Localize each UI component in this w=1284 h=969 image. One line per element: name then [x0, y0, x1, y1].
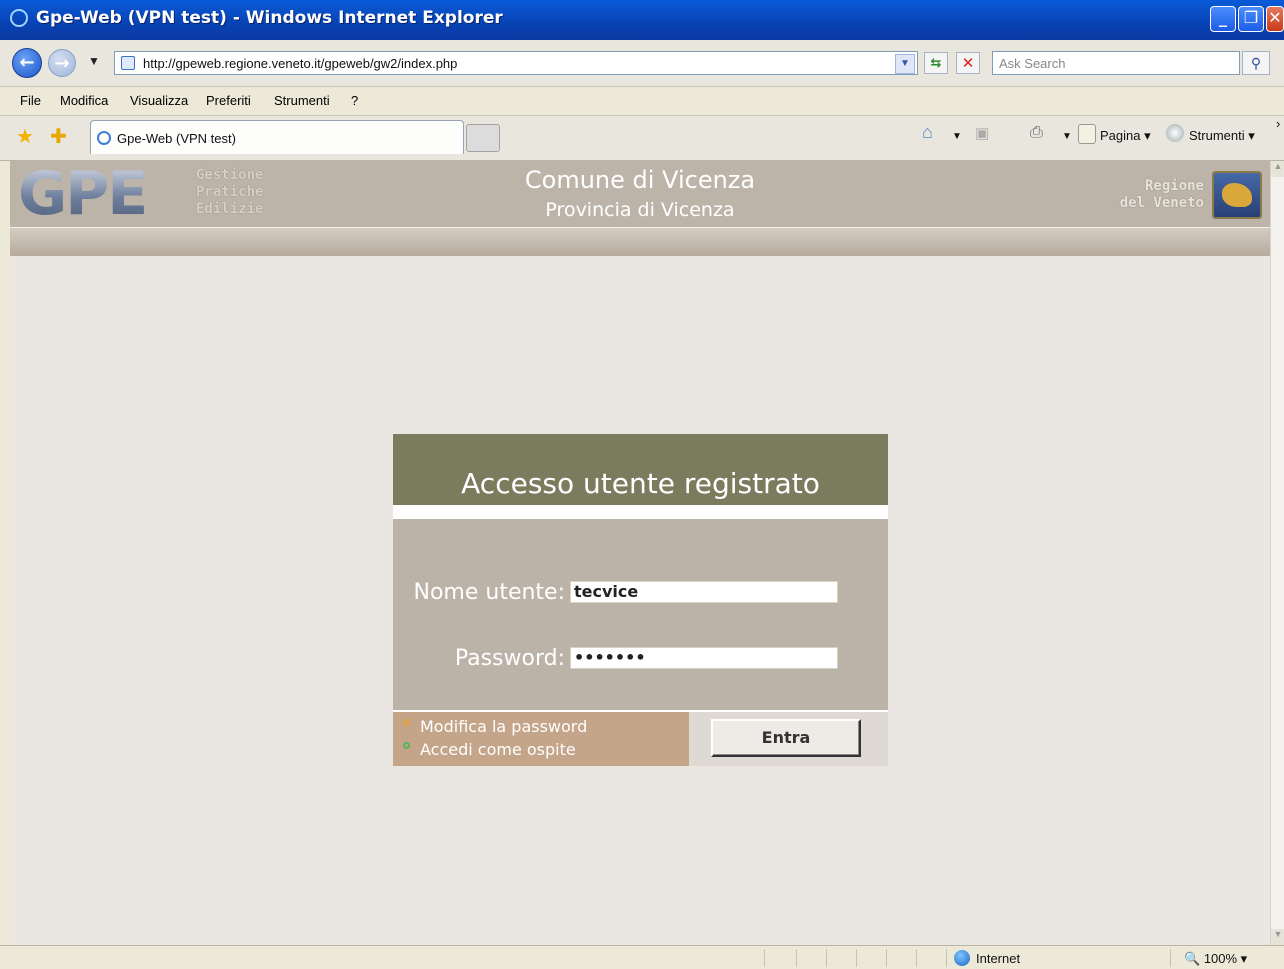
- search-icon[interactable]: ⚲: [1242, 51, 1270, 75]
- tools-menu[interactable]: Strumenti ▾: [1189, 128, 1255, 144]
- chevron-right-icon[interactable]: ›: [1276, 116, 1280, 131]
- login-box: Accesso utente registrato Nome utente: t…: [393, 434, 888, 766]
- guest-access-link[interactable]: Accedi come ospite: [403, 740, 576, 759]
- login-header: Accesso utente registrato: [393, 434, 888, 505]
- ie-logo-icon: [10, 9, 28, 27]
- status-divider: [796, 949, 797, 967]
- home-dropdown-icon[interactable]: ▼: [952, 131, 962, 142]
- zoom-level[interactable]: 🔍 100% ▾: [1184, 951, 1247, 967]
- home-icon[interactable]: ⌂: [922, 122, 933, 143]
- url-dropdown-icon[interactable]: ▼: [895, 54, 915, 74]
- restore-button[interactable]: ❐: [1238, 6, 1264, 32]
- address-field[interactable]: http://gpeweb.regione.veneto.it/gpeweb/g…: [114, 51, 918, 75]
- password-label: Password:: [454, 646, 565, 671]
- status-divider: [886, 949, 887, 967]
- menu-help[interactable]: ?: [351, 93, 358, 108]
- status-divider: [1170, 949, 1171, 967]
- entra-button[interactable]: Entra: [711, 719, 861, 757]
- username-label: Nome utente:: [413, 580, 566, 605]
- refresh-button[interactable]: ⇆: [924, 52, 948, 74]
- status-divider: [826, 949, 827, 967]
- menu-strumenti[interactable]: Strumenti: [274, 93, 330, 108]
- menu-visualizza[interactable]: Visualizza: [130, 93, 188, 108]
- regione-veneto-lion-icon: [1212, 171, 1262, 219]
- username-field[interactable]: tecvice: [570, 581, 838, 603]
- status-divider: [764, 949, 765, 967]
- orange-bullet-icon: [403, 719, 410, 726]
- gear-icon: [1166, 124, 1184, 142]
- search-input[interactable]: Ask Search: [992, 51, 1240, 75]
- menu-preferiti[interactable]: Preferiti: [206, 93, 251, 108]
- green-bullet-icon: [403, 742, 410, 749]
- page-menu[interactable]: Pagina ▾: [1100, 128, 1151, 144]
- status-bar: Internet 🔍 100% ▾: [0, 945, 1284, 969]
- print-dropdown-icon[interactable]: ▼: [1062, 131, 1072, 142]
- regione-line: Regione: [1144, 178, 1204, 194]
- internet-globe-icon: [954, 950, 970, 966]
- title-bar: Gpe-Web (VPN test) - Windows Internet Ex…: [0, 0, 1284, 40]
- change-password-text: Modifica la password: [420, 717, 588, 736]
- status-divider: [946, 949, 947, 967]
- status-divider: [916, 949, 917, 967]
- status-divider: [856, 949, 857, 967]
- window-title: Gpe-Web (VPN test) - Windows Internet Ex…: [36, 8, 503, 28]
- page-icon: [121, 56, 135, 70]
- back-button[interactable]: ←: [12, 48, 42, 78]
- page-menu-icon: [1078, 124, 1096, 144]
- history-dropdown-icon[interactable]: ▼: [88, 54, 100, 68]
- provincia-subtitle: Provincia di Vicenza: [545, 199, 735, 221]
- login-title: Accesso utente registrato: [461, 467, 820, 500]
- guest-access-text: Accedi come ospite: [420, 740, 576, 759]
- url-text: http://gpeweb.regione.veneto.it/gpeweb/g…: [143, 56, 458, 71]
- tab-gpe-web[interactable]: Gpe-Web (VPN test): [90, 120, 464, 154]
- vertical-scrollbar[interactable]: ▲ ▼: [1270, 161, 1284, 945]
- login-form: Nome utente: tecvice Password: •••••••: [393, 519, 888, 710]
- password-field[interactable]: •••••••: [570, 647, 838, 669]
- regione-line: del Veneto: [1119, 195, 1204, 211]
- menu-file[interactable]: File: [20, 93, 41, 108]
- stop-button[interactable]: ✕: [956, 52, 980, 74]
- close-button[interactable]: ✕: [1266, 6, 1284, 32]
- scroll-down-icon[interactable]: ▼: [1271, 929, 1284, 945]
- menu-modifica[interactable]: Modifica: [60, 93, 108, 108]
- zoom-value: 100%: [1203, 951, 1238, 966]
- comune-title: Comune di Vicenza: [524, 166, 756, 194]
- login-links: Modifica la password Accedi come ospite: [393, 712, 689, 766]
- change-password-link[interactable]: Modifica la password: [403, 717, 587, 736]
- page-viewport: GPE Gestione Pratiche Edilizie Comune di…: [10, 161, 1270, 945]
- header-band: [10, 228, 1270, 256]
- regione-label: Regione del Veneto: [1102, 178, 1204, 212]
- scroll-up-icon[interactable]: ▲: [1271, 161, 1284, 177]
- login-footer: Modifica la password Accedi come ospite …: [393, 712, 888, 766]
- tab-label: Gpe-Web (VPN test): [117, 131, 236, 146]
- feeds-icon[interactable]: ▣: [975, 124, 989, 142]
- forward-button[interactable]: →: [48, 49, 76, 77]
- add-favorite-icon[interactable]: ✚: [50, 124, 67, 149]
- security-zone: Internet: [976, 951, 1021, 966]
- new-tab-button[interactable]: [466, 124, 500, 152]
- minimize-button[interactable]: _: [1210, 6, 1236, 32]
- print-icon[interactable]: ⎙: [1030, 124, 1043, 142]
- favorites-star-icon[interactable]: ★: [16, 124, 34, 149]
- tab-ie-icon: [97, 131, 111, 145]
- gpe-header: GPE Gestione Pratiche Edilizie Comune di…: [10, 161, 1270, 228]
- menu-bar: File Modifica Visualizza Preferiti Strum…: [0, 87, 1284, 116]
